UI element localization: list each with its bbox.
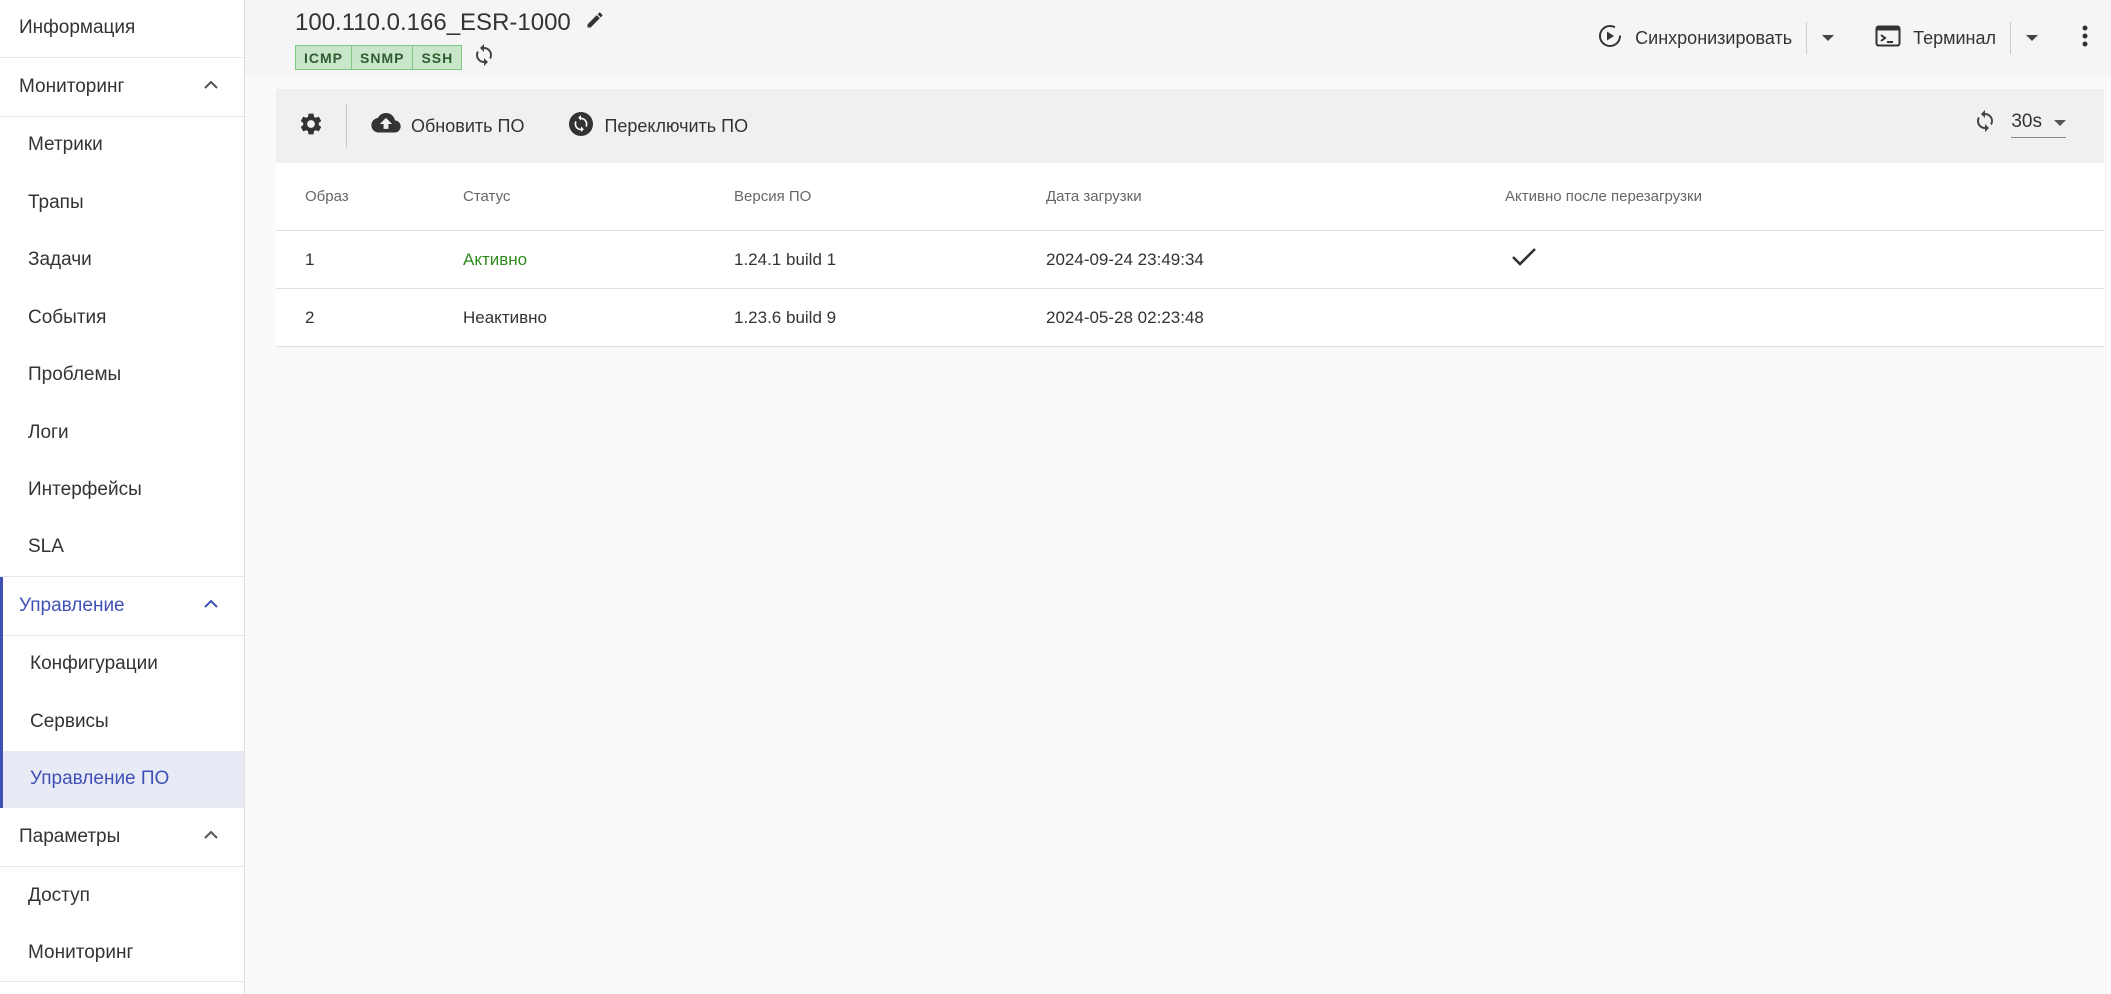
terminal-button-label: Терминал: [1913, 27, 1996, 48]
device-title-row: 100.110.0.166_ESR-1000: [295, 9, 605, 37]
sidebar-item-label: Задачи: [28, 249, 92, 271]
column-header-image[interactable]: Образ: [276, 188, 463, 205]
edit-icon[interactable]: [585, 9, 605, 37]
cell-version: 1.23.6 build 9: [734, 307, 837, 327]
cloud-upload-icon: [371, 112, 401, 140]
table-header-row: Образ Статус Версия ПО Дата загрузки Акт…: [276, 163, 2104, 231]
sync-button-label: Синхронизировать: [1635, 27, 1793, 48]
switch-software-button[interactable]: Переключить ПО: [556, 111, 760, 142]
update-software-button[interactable]: Обновить ПО: [359, 112, 536, 140]
sidebar-item-services[interactable]: Сервисы: [3, 693, 244, 751]
sidebar-item-label: Трапы: [28, 191, 84, 213]
switch-circle-icon: [568, 111, 594, 142]
software-toolbar: Обновить ПО Переключить ПО 30s: [276, 89, 2104, 163]
sidebar-item-label: SLA: [28, 536, 64, 558]
sidebar-item-tasks[interactable]: Задачи: [0, 232, 244, 290]
sidebar-item-traps[interactable]: Трапы: [0, 174, 244, 232]
sidebar-item-label: Проблемы: [28, 364, 122, 386]
sidebar-item-info[interactable]: Информация: [0, 0, 244, 58]
cell-status: Активно: [463, 249, 528, 269]
cell-image: 1: [305, 249, 315, 269]
terminal-button[interactable]: Терминал: [1861, 18, 2010, 58]
sidebar-group-label: Управление: [19, 594, 125, 616]
cell-image: 2: [305, 307, 315, 327]
sync-dropdown-button[interactable]: [1807, 18, 1849, 58]
terminal-icon: [1875, 25, 1901, 52]
sidebar-item-label: Логи: [28, 421, 69, 443]
update-software-label: Обновить ПО: [411, 115, 525, 136]
column-header-version[interactable]: Версия ПО: [734, 188, 1046, 205]
table-row[interactable]: 2 Неактивно 1.23.6 build 9 2024-05-28 02…: [276, 289, 2104, 347]
protocol-tags: ICMP SNMP SSH: [295, 43, 496, 72]
kebab-menu-icon: [2082, 24, 2088, 53]
sidebar-item-label: Мониторинг: [28, 941, 134, 963]
software-images-table: Образ Статус Версия ПО Дата загрузки Акт…: [276, 163, 2104, 347]
switch-software-label: Переключить ПО: [604, 115, 749, 136]
sidebar-item-access[interactable]: Доступ: [0, 867, 244, 925]
sidebar-item-monitoring-params[interactable]: Мониторинг: [0, 925, 244, 982]
divider: [346, 104, 347, 148]
device-title: 100.110.0.166_ESR-1000: [295, 9, 571, 36]
sidebar-group-label: Мониторинг: [19, 75, 125, 97]
chevron-up-icon: [204, 599, 218, 613]
column-header-upload-date[interactable]: Дата загрузки: [1046, 188, 1505, 205]
sync-button[interactable]: Синхронизировать: [1583, 18, 1806, 58]
chevron-up-icon: [204, 80, 218, 94]
caret-down-icon: [2054, 111, 2066, 133]
sidebar-group-monitoring[interactable]: Мониторинг: [0, 58, 244, 117]
caret-down-icon: [2025, 29, 2039, 47]
refresh-status-icon[interactable]: [472, 43, 496, 72]
sidebar: Информация Мониторинг Метрики Трапы Зада…: [0, 0, 245, 994]
cell-upload-date: 2024-05-28 02:23:48: [1046, 307, 1204, 327]
sidebar-group-management[interactable]: Управление: [3, 577, 244, 636]
sidebar-active-section: Управление Конфигурации Сервисы Управлен…: [0, 576, 244, 808]
device-header: 100.110.0.166_ESR-1000 ICMP SNMP SSH Син…: [245, 0, 2111, 77]
sidebar-item-sla[interactable]: SLA: [0, 519, 244, 577]
refresh-icon[interactable]: [1973, 109, 1997, 138]
sidebar-group-label: Параметры: [19, 826, 121, 847]
caret-down-icon: [1821, 29, 1835, 47]
sidebar-item-problems[interactable]: Проблемы: [0, 347, 244, 405]
sidebar-item-label: Управление ПО: [30, 767, 170, 789]
sync-play-icon: [1597, 23, 1623, 54]
sidebar-group-params[interactable]: Параметры: [0, 808, 244, 867]
column-header-active-after-reboot[interactable]: Активно после перезагрузки: [1505, 188, 2104, 205]
tag-ssh: SSH: [413, 45, 463, 70]
header-actions: Синхронизировать Терминал: [1583, 18, 2111, 58]
sidebar-item-label: Конфигурации: [30, 653, 158, 675]
sidebar-item-label: Доступ: [28, 884, 90, 906]
cell-active-after-reboot: [1505, 247, 2104, 272]
sidebar-item-logs[interactable]: Логи: [0, 404, 244, 462]
tag-snmp: SNMP: [352, 45, 414, 70]
refresh-interval-value: 30s: [2011, 111, 2042, 132]
cell-upload-date: 2024-09-24 23:49:34: [1046, 249, 1204, 269]
sidebar-item-label: События: [28, 306, 107, 328]
sidebar-item-label: Информация: [19, 17, 136, 39]
gear-icon: [298, 111, 324, 142]
refresh-interval-select[interactable]: 30s: [2011, 109, 2066, 138]
column-header-status[interactable]: Статус: [463, 188, 734, 205]
sidebar-item-label: Сервисы: [30, 710, 109, 732]
sidebar-item-label: Метрики: [28, 134, 103, 156]
sidebar-item-configurations[interactable]: Конфигурации: [3, 636, 244, 694]
table-row[interactable]: 1 Активно 1.24.1 build 1 2024-09-24 23:4…: [276, 231, 2104, 289]
sidebar-item-events[interactable]: События: [0, 289, 244, 347]
check-icon: [1511, 248, 1537, 271]
cell-version: 1.24.1 build 1: [734, 249, 837, 269]
more-options-button[interactable]: [2059, 18, 2111, 58]
sidebar-item-interfaces[interactable]: Интерфейсы: [0, 462, 244, 520]
sidebar-item-metrics[interactable]: Метрики: [0, 117, 244, 175]
sidebar-item-label: Интерфейсы: [28, 479, 142, 501]
chevron-up-icon: [204, 830, 218, 844]
tag-icmp: ICMP: [295, 45, 352, 70]
sidebar-item-software-management[interactable]: Управление ПО: [3, 750, 244, 808]
terminal-dropdown-button[interactable]: [2011, 18, 2053, 58]
cell-status: Неактивно: [463, 307, 547, 327]
auto-refresh-control: 30s: [1973, 109, 2066, 138]
settings-button[interactable]: [276, 89, 346, 163]
